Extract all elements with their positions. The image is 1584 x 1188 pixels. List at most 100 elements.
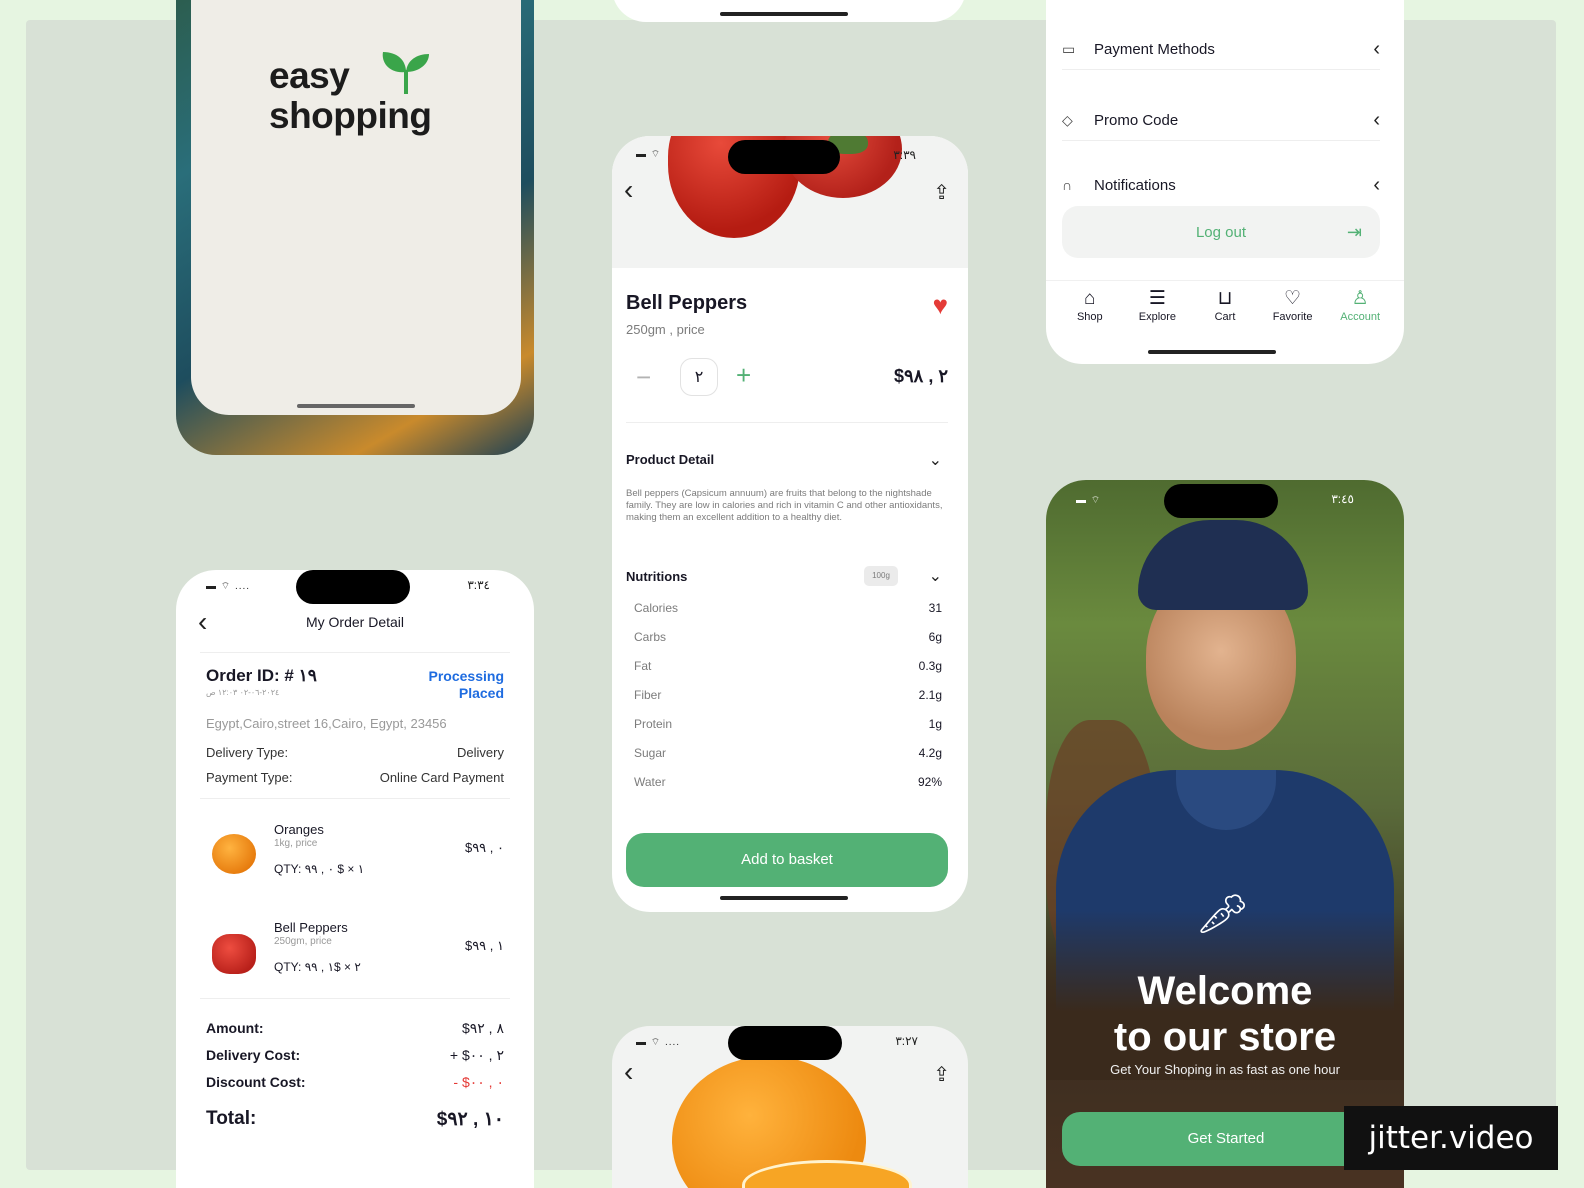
home-indicator (297, 404, 415, 408)
order-date: ٢٠٢٤-٠٦-٠٢ ١٢:٠٣ ص (206, 688, 280, 697)
product-detail-title[interactable]: Product Detail (626, 452, 714, 467)
explore-icon: ☰ (1148, 288, 1166, 309)
quantity-value: ٢ (680, 358, 718, 396)
tab-label: Shop (1076, 311, 1103, 323)
delivery-type-label: Delivery Type: (206, 745, 289, 760)
nutrition-row: Water 92% (634, 775, 942, 804)
back-icon[interactable]: ‹ (624, 174, 633, 206)
discount-row: Discount Cost: - $٠ , ٠٠ (206, 1074, 504, 1091)
logout-button[interactable]: Log out ⇥ (1062, 206, 1380, 258)
chevron-left-icon: ‹ (1373, 173, 1380, 196)
order-status: Processing Placed (429, 668, 504, 702)
orange-product-phone: ▬ ⌔ .... ٣:٢٧ ‹ ⇪ (612, 1026, 968, 1188)
splash-screen: easy shopping (191, 0, 521, 415)
delivery-cost-label: Delivery Cost: (206, 1047, 301, 1063)
item-qty: QTY: ١ × $ ٠ , ٩٩ (274, 862, 365, 876)
get-started-button[interactable]: Get Started (1062, 1112, 1390, 1166)
nutrition-row: Fiber 2.1g (634, 688, 942, 717)
nutrition-value: 6g (928, 630, 942, 644)
payment-type-row: Payment Type: Online Card Payment (206, 770, 504, 785)
delivery-type-value: Delivery (457, 745, 504, 760)
splash-phone: easy shopping (176, 0, 534, 455)
status-time: ٣:٣٩ (893, 148, 916, 162)
tab-cart[interactable]: ⊔ Cart (1192, 281, 1258, 340)
watermark: jitter.video (1344, 1106, 1558, 1170)
divider (626, 422, 948, 423)
item-subtitle: 250gm, price (274, 936, 332, 947)
chevron-down-icon[interactable]: ⌄ (929, 450, 942, 470)
item-subtitle: 1kg, price (274, 838, 318, 849)
item-price: $١ , ٩٩ (464, 938, 504, 953)
menu-payment-methods[interactable]: ▭ Payment Methods ‹ (1062, 30, 1380, 70)
nutrition-name: Water (634, 775, 666, 789)
delivery-cost-row: Delivery Cost: + $٢ , ٠٠ (206, 1047, 504, 1064)
menu-label: Notifications (1094, 176, 1176, 194)
list-item[interactable]: Bell Peppers 250gm, price QTY: ٢ × $١ , … (206, 920, 504, 990)
nutrition-badge: 100g (864, 566, 898, 586)
dynamic-island (1164, 484, 1278, 518)
nutrition-row: Sugar 4.2g (634, 746, 942, 775)
tab-favorite[interactable]: ♡ Favorite (1260, 281, 1326, 340)
nutrition-list: Calories 31 Carbs 6g Fat 0.3g Fiber 2.1g Pro… (634, 601, 942, 804)
favorite-heart-icon[interactable]: ♥ (933, 290, 948, 321)
tab-shop[interactable]: ⌂ Shop (1057, 281, 1123, 340)
nutrition-value: 92% (917, 775, 942, 789)
total-value: $١٠ , ٩٢ (436, 1109, 504, 1130)
list-item[interactable]: Oranges 1kg, price QTY: ١ × $ ٠ , ٩٩ $٠ … (206, 822, 504, 892)
share-icon[interactable]: ⇪ (933, 180, 950, 205)
welcome-subtitle: Get Your Shoping in as fast as one hour (1110, 1062, 1340, 1077)
discount-value: - $٠ , ٠٠ (453, 1074, 504, 1090)
tab-label: Explore (1138, 311, 1177, 323)
nutrition-title[interactable]: Nutritions (626, 569, 687, 584)
menu-promo-code[interactable]: ◇ Promo Code ‹ (1062, 101, 1380, 141)
amount-value: $٨ , ٩٢ (461, 1020, 504, 1036)
quantity-increase-button[interactable]: + (736, 360, 751, 391)
nutrition-name: Carbs (634, 630, 667, 644)
nutrition-name: Protein (634, 717, 673, 731)
pepper-thumbnail (206, 924, 262, 980)
nutrition-row: Carbs 6g (634, 630, 942, 659)
order-id: Order ID: # ١٩ (206, 666, 317, 685)
home-indicator (720, 896, 848, 900)
amount-row: Amount: $٨ , ٩٢ (206, 1020, 504, 1037)
product-subtitle: 250gm , price (626, 322, 705, 337)
logo-line-2: shopping (269, 95, 432, 136)
tab-account[interactable]: ♙ Account (1327, 281, 1393, 340)
shop-icon: ⌂ (1084, 288, 1096, 309)
logout-label: Log out (1195, 223, 1247, 241)
order-detail-phone: ▬ ⌔ .... ٣:٣٤ ‹ My Order Detail Order ID… (176, 570, 534, 1188)
user-icon: ♙ (1351, 288, 1369, 309)
dynamic-island (728, 140, 840, 174)
welcome-title: Welcome to our store (1046, 968, 1404, 1060)
nutrition-name: Sugar (634, 746, 667, 760)
dynamic-island (296, 570, 410, 604)
product-price: $٢ , ٩٨ (893, 366, 948, 386)
menu-label: Promo Code (1094, 112, 1179, 129)
card-icon: ▭ (1062, 41, 1076, 57)
nutrition-row: Protein 1g (634, 717, 942, 746)
person-cap (1138, 520, 1308, 610)
share-icon[interactable]: ⇪ (933, 1062, 950, 1087)
chevron-down-icon[interactable]: ⌄ (929, 566, 942, 586)
chevron-left-icon: ‹ (1373, 109, 1380, 131)
menu-notifications[interactable]: ∩ Notifications ‹ (1062, 170, 1380, 200)
discount-label: Discount Cost: (206, 1074, 306, 1090)
nutrition-value: 0.3g (918, 659, 942, 673)
payment-type-value: Online Card Payment (379, 770, 504, 785)
status-time: ٣:٣٤ (467, 578, 490, 592)
carrot-icon: 🥕︎ (1196, 890, 1250, 937)
bell-icon: ∩ (1062, 177, 1073, 193)
tab-explore[interactable]: ☰ Explore (1124, 281, 1190, 340)
status-icons: ▬ ⌔ .... (636, 1037, 681, 1048)
item-name: Oranges (274, 822, 324, 837)
divider (200, 998, 510, 999)
home-indicator (1148, 350, 1276, 354)
amount-label: Amount: (206, 1020, 264, 1036)
title-line-1: Welcome (1137, 969, 1313, 1013)
item-price: $٠ , ٩٩ (464, 840, 504, 855)
quantity-decrease-button[interactable]: − (636, 362, 651, 393)
back-icon[interactable]: ‹ (624, 1056, 633, 1088)
add-to-basket-button[interactable]: Add to basket (626, 833, 948, 887)
product-name: Bell Peppers (626, 292, 748, 314)
bottom-tab-bar: ⌂ Shop ☰ Explore ⊔ Cart ♡ Favorite ♙ Acc… (1046, 280, 1404, 340)
